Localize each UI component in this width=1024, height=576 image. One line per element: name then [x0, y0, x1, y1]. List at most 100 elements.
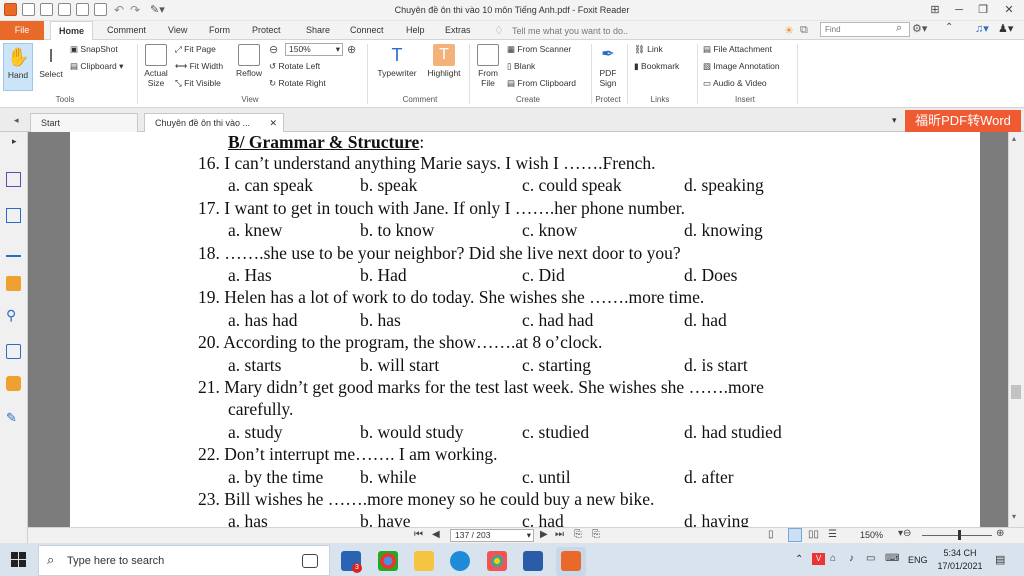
bookmark-button[interactable]: ▮ Bookmark	[634, 61, 679, 72]
close-button[interactable]: ✕	[998, 1, 1020, 19]
hand-tool-button[interactable]: ✋ Hand	[3, 43, 33, 91]
windows-start-icon[interactable]	[11, 552, 26, 567]
from-scanner-button[interactable]: ▦ From Scanner	[507, 44, 571, 55]
from-clipboard-button[interactable]: ▤ From Clipboard	[507, 78, 576, 89]
tell-me-input[interactable]: Tell me what you want to do..	[512, 26, 628, 36]
sun-icon[interactable]: ☀	[784, 24, 794, 37]
file-explorer-icon[interactable]	[414, 551, 434, 571]
link-button[interactable]: ⛓ Link	[634, 44, 663, 55]
tab-form[interactable]: Form	[201, 21, 238, 40]
taskbar-search[interactable]: ⌕ Type here to search	[38, 545, 330, 576]
search-icon[interactable]: ⌕	[896, 22, 902, 35]
close-tab-icon[interactable]: ✕	[269, 114, 277, 132]
tools-icon[interactable]: ✎	[6, 410, 21, 425]
zoom-in-icon[interactable]: ⊕	[347, 43, 356, 56]
tab-extras[interactable]: Extras	[437, 21, 479, 40]
fit-page-button[interactable]: ⤢ Fit Page	[175, 44, 216, 55]
rotate-left-button[interactable]: ↺ Rotate Left	[269, 61, 320, 72]
pdf-sign-button[interactable]: ✒ PDF Sign	[594, 44, 622, 88]
maximize-button[interactable]: ❐	[972, 1, 994, 19]
chevron-up-icon[interactable]: ⌃	[945, 22, 953, 33]
fit-visible-button[interactable]: ⤡ Fit Visible	[175, 78, 221, 89]
zoom-out-icon[interactable]: ⊖	[269, 43, 278, 56]
page-number-input[interactable]: 137 / 203 ▾	[450, 529, 534, 542]
page-thumbnail-icon[interactable]	[6, 172, 21, 187]
zoom-slider-handle[interactable]	[958, 530, 961, 540]
word-icon[interactable]	[523, 551, 543, 571]
battery-icon[interactable]: ▭	[866, 553, 875, 564]
zoom-slider-track[interactable]	[922, 535, 992, 536]
gear-icon[interactable]: ⚙▾	[912, 22, 927, 35]
fit-width-button[interactable]: ⟷ Fit Width	[175, 61, 223, 72]
scrollbar-thumb[interactable]	[1011, 385, 1021, 399]
bookmark-panel-icon[interactable]	[6, 208, 21, 223]
from-file-button[interactable]: From File	[474, 44, 502, 88]
previous-view-icon[interactable]: ⎘	[574, 529, 582, 540]
first-page-icon[interactable]: ⏮	[414, 529, 423, 540]
ribbon-options-icon[interactable]: ⊞	[924, 1, 946, 19]
signature-panel-icon[interactable]	[6, 344, 21, 359]
task-view-icon[interactable]	[302, 554, 318, 568]
tab-comment[interactable]: Comment	[99, 21, 154, 40]
layers-icon[interactable]	[6, 242, 21, 257]
zoom-level[interactable]: 150%	[860, 530, 883, 540]
antivirus-icon[interactable]: V	[812, 553, 825, 565]
next-view-icon[interactable]: ⎘	[592, 529, 600, 540]
rotate-right-button[interactable]: ↻ Rotate Right	[269, 78, 326, 89]
show-hidden-icons[interactable]: ⌃	[795, 554, 803, 565]
tab-document[interactable]: Chuyên đề ôn thi vào ... ✕	[144, 113, 284, 132]
tab-file[interactable]: File	[0, 21, 44, 40]
input-language[interactable]: ENG	[908, 555, 928, 565]
typewriter-button[interactable]: T Typewriter	[373, 44, 421, 78]
chrome-icon[interactable]	[378, 551, 398, 571]
continuous-facing-icon[interactable]: ☰	[828, 529, 837, 540]
expand-panel-icon[interactable]: ▸	[12, 136, 17, 147]
user-icon[interactable]: ♟▾	[998, 22, 1013, 35]
scroll-up-icon[interactable]: ▴	[1012, 134, 1016, 143]
clipboard-button[interactable]: ▤ Clipboard ▾	[70, 61, 123, 72]
clock-date[interactable]: 17/01/2021	[936, 561, 984, 571]
facing-page-icon[interactable]: ▯▯	[808, 529, 819, 540]
tab-home[interactable]: Home	[50, 21, 94, 41]
tab-share[interactable]: Share	[298, 21, 338, 40]
comments-icon[interactable]	[6, 276, 21, 291]
edge-icon[interactable]	[450, 551, 470, 571]
clock-time[interactable]: 5:34 CH	[940, 548, 980, 558]
network-icon[interactable]: ⌂	[830, 553, 836, 564]
blank-button[interactable]: ▯ Blank	[507, 61, 535, 72]
expand-icon[interactable]: ⧉	[800, 24, 808, 37]
single-page-icon[interactable]: ▯	[768, 529, 774, 540]
zoom-in-status-icon[interactable]: ⊕	[996, 528, 1004, 539]
scroll-down-icon[interactable]: ▾	[1012, 512, 1016, 521]
vertical-scrollbar[interactable]: ▴ ▾	[1008, 132, 1024, 527]
file-attachment-button[interactable]: ▤ File Attachment	[703, 44, 772, 55]
zoom-out-status-icon[interactable]: ▾⊖	[898, 528, 911, 539]
reflow-button[interactable]: Reflow	[233, 44, 265, 78]
tab-help[interactable]: Help	[398, 21, 433, 40]
attachments-icon[interactable]: ⚲	[6, 308, 21, 323]
photos-icon[interactable]	[487, 551, 507, 571]
tab-scroll-left-icon[interactable]: ◂	[14, 115, 19, 126]
ad-banner[interactable]: 福昕PDF转Word	[905, 110, 1021, 132]
audio-video-button[interactable]: ▭ Audio & Video	[703, 78, 767, 89]
zoom-select[interactable]: 150% ▾	[285, 43, 343, 56]
next-page-icon[interactable]: ▶	[540, 529, 548, 540]
tab-start[interactable]: Start	[30, 113, 138, 132]
snapshot-button[interactable]: ▣ SnapShot	[70, 44, 118, 55]
highlight-button[interactable]: T Highlight	[424, 44, 464, 78]
previous-page-icon[interactable]: ◀	[432, 529, 440, 540]
last-page-icon[interactable]: ⏭	[555, 529, 564, 540]
volume-icon[interactable]: ♪	[849, 553, 854, 564]
tab-list-icon[interactable]: ▾	[892, 115, 897, 126]
select-tool-button[interactable]: Ⅰ Select	[36, 45, 66, 79]
notification-center-icon[interactable]: ▤	[995, 553, 1005, 566]
actual-size-button[interactable]: Actual Size	[141, 44, 171, 88]
image-annotation-button[interactable]: ▧ Image Annotation	[703, 61, 780, 72]
tab-protect[interactable]: Protect	[244, 21, 289, 40]
tab-connect[interactable]: Connect	[342, 21, 392, 40]
lock-icon[interactable]	[6, 376, 21, 391]
continuous-page-icon[interactable]	[788, 528, 802, 542]
tab-view[interactable]: View	[160, 21, 195, 40]
foxit-taskbar-icon[interactable]	[561, 551, 581, 571]
minimize-button[interactable]: ─	[948, 1, 970, 19]
